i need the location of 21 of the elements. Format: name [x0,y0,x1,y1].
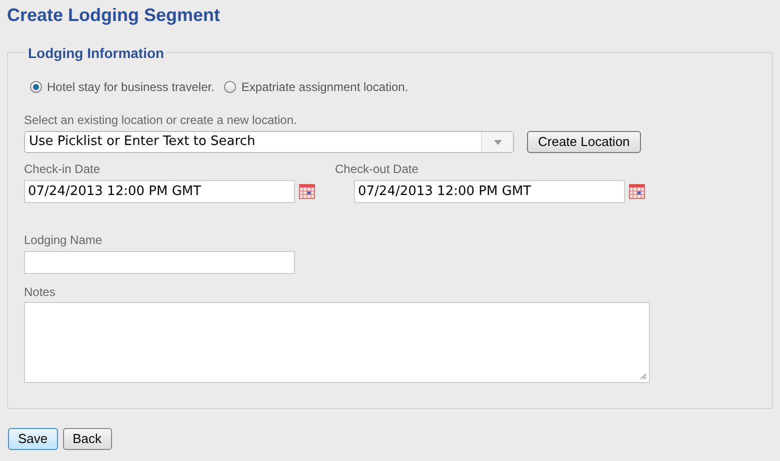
lodging-name-field[interactable] [24,251,295,274]
field-label: Notes [24,285,56,299]
check-out-date-field[interactable]: 07/24/2013 12:00 PM GMT [354,180,625,203]
back-button[interactable]: Back [62,428,112,450]
field-label: Select an existing location or create a new location. [24,113,298,127]
field-label: Check-in Date [24,162,102,176]
radio-button[interactable] [30,81,42,93]
field-label: Check-out Date [335,162,420,176]
calendar-icon[interactable] [629,184,645,199]
create-location-button[interactable]: Create Location [527,131,641,153]
check-in-date-field[interactable]: 07/24/2013 12:00 PM GMT [24,180,295,203]
resize-grip-icon[interactable] [640,373,647,380]
field-label: Lodging Name [24,233,104,247]
dropdown-arrow-icon [494,140,502,144]
radio-label[interactable]: Hotel stay for business traveler. [47,78,214,96]
radio-button[interactable] [224,81,236,93]
save-button[interactable]: Save [8,428,58,450]
location-combobox[interactable]: Use Picklist or Enter Text to Search [24,131,514,153]
page-title: Create Lodging Segment [7,4,222,26]
calendar-icon[interactable] [299,184,315,199]
radio-label[interactable]: Expatriate assignment location. [241,78,408,96]
